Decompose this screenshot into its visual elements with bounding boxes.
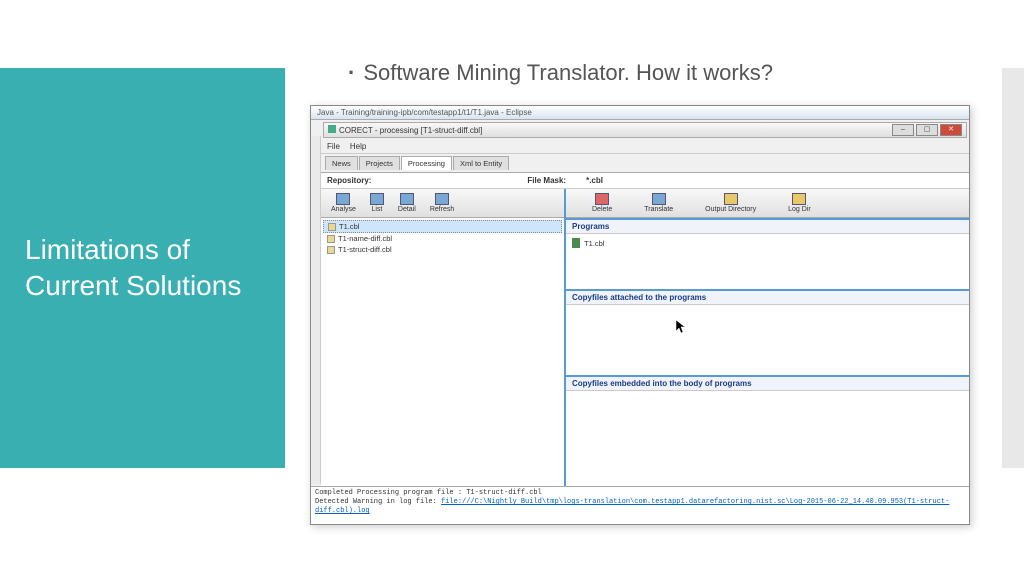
repository-label: Repository: [327,176,371,185]
detail-icon [400,193,414,205]
log-line: Completed Processing program file : T1-s… [315,489,965,498]
minimize-button[interactable]: – [892,124,914,136]
output-directory-button[interactable]: Output Directory [699,191,762,215]
log-line: Detected Warning in log file: file:///C:… [315,498,965,516]
program-item[interactable]: T1.cbl [572,237,963,249]
embedded-header: Copyfiles embedded into the body of prog… [566,375,969,391]
inner-title-text: CORECT - processing [T1-struct-diff.cbl] [328,125,482,135]
log-icon [792,193,806,205]
tab-xml-to-entity[interactable]: Xml to Entity [453,156,509,170]
menu-help[interactable]: Help [350,142,366,151]
close-button[interactable]: ✕ [940,124,962,136]
file-item[interactable]: T1-name-diff.cbl [323,233,562,244]
app-window: Java - Training/training-ipb/com/testapp… [310,105,970,525]
attached-header: Copyfiles attached to the programs [566,289,969,305]
list-button[interactable]: List [364,191,390,215]
delete-button[interactable]: Delete [586,191,618,215]
right-toolbar: Delete Translate Output Directory Log Di… [566,189,969,218]
translate-button[interactable]: Translate [638,191,679,215]
left-toolbar: Analyse List Detail Refresh [321,189,564,218]
attached-body [566,305,969,375]
left-pane: Analyse List Detail Refresh T1.cbl T1-na… [321,189,566,494]
programs-body: T1.cbl [566,234,969,289]
refresh-button[interactable]: Refresh [424,191,461,215]
translate-icon [652,193,666,205]
main-split: Analyse List Detail Refresh T1.cbl T1-na… [321,189,969,494]
menubar: File Help [321,140,969,154]
menu-file[interactable]: File [327,142,340,151]
file-mask-label: File Mask: [527,176,566,185]
delete-icon [595,193,609,205]
inner-titlebar: CORECT - processing [T1-struct-diff.cbl]… [323,122,967,138]
repository-row: Repository: File Mask: *.cbl [321,173,969,189]
analyse-button[interactable]: Analyse [325,191,362,215]
decorative-strip [1002,68,1024,468]
eclipse-sidebar [311,136,321,484]
window-controls: – ▢ ✕ [892,124,962,136]
file-icon [327,235,335,243]
file-item[interactable]: T1.cbl [323,220,562,233]
log-dir-button[interactable]: Log Dir [782,191,817,215]
file-item[interactable]: T1-struct-diff.cbl [323,244,562,255]
tab-processing[interactable]: Processing [401,156,452,170]
detail-button[interactable]: Detail [392,191,422,215]
file-icon [328,223,336,231]
embedded-body [566,391,969,461]
analyse-icon [336,193,350,205]
program-icon [572,238,580,248]
maximize-button[interactable]: ▢ [916,124,938,136]
file-list: T1.cbl T1-name-diff.cbl T1-struct-diff.c… [321,218,564,257]
tab-news[interactable]: News [325,156,358,170]
slide-title-panel: Limitations of Current Solutions [0,68,285,468]
log-area: Completed Processing program file : T1-s… [311,486,969,524]
file-mask-value: *.cbl [586,176,603,185]
list-icon [370,193,384,205]
cursor-icon [676,320,686,334]
eclipse-titlebar: Java - Training/training-ipb/com/testapp… [311,106,969,120]
tab-projects[interactable]: Projects [359,156,400,170]
folder-icon [724,193,738,205]
file-icon [327,246,335,254]
right-pane: Delete Translate Output Directory Log Di… [566,189,969,494]
tabbar: News Projects Processing Xml to Entity [321,154,969,173]
bullet-heading: Software Mining Translator. How it works… [348,60,773,86]
slide-title: Limitations of Current Solutions [25,232,260,305]
programs-header: Programs [566,218,969,234]
refresh-icon [435,193,449,205]
